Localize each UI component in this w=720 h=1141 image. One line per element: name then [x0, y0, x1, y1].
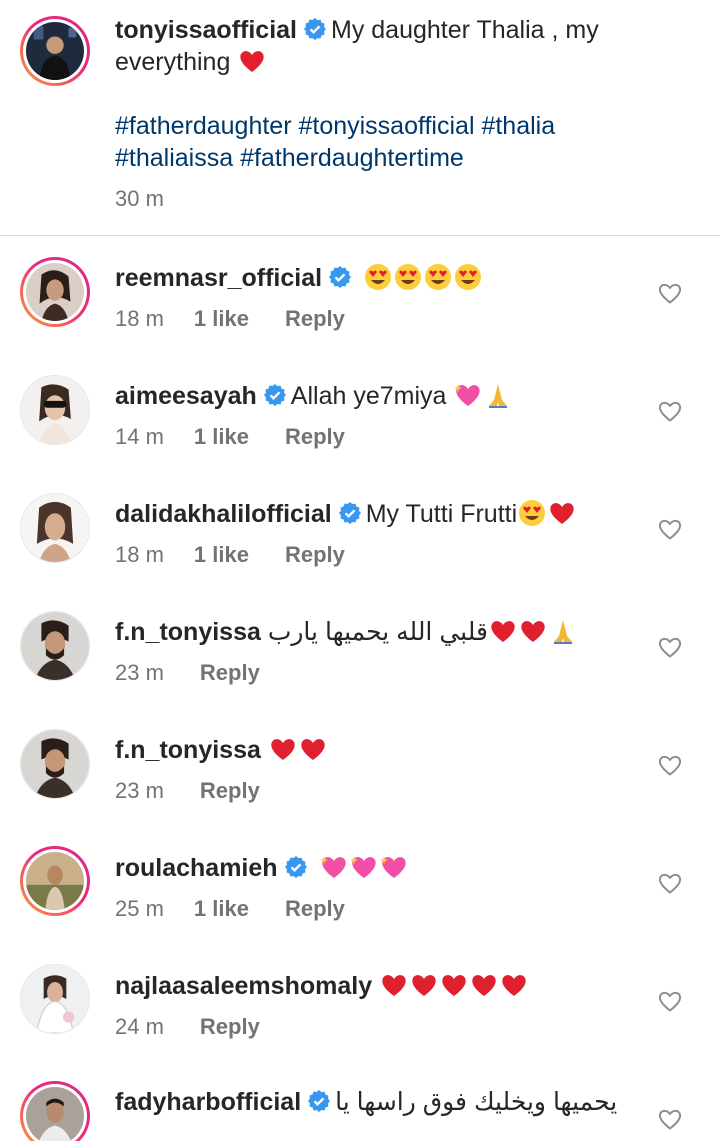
verified-badge-icon [263, 383, 287, 407]
reply-button[interactable]: Reply [285, 424, 345, 450]
comment-username[interactable]: najlaasaleemshomaly [115, 972, 372, 1000]
red-heart-emoji-icon [469, 970, 499, 1000]
comment-avatar[interactable] [20, 729, 90, 799]
verified-badge-icon [284, 855, 308, 879]
comment-username[interactable]: roulachamieh [115, 854, 278, 882]
heart-eyes-emoji-icon [363, 262, 393, 292]
comment-username[interactable]: dalidakhalilofficial [115, 500, 332, 528]
comment-time: 18 m [115, 306, 164, 331]
folded-hands-emoji-icon [483, 380, 513, 410]
comment-avatar[interactable] [20, 493, 90, 563]
comment-text: يحميها ويخليك فوق راسها يا [335, 1088, 618, 1116]
red-heart-emoji-icon [547, 498, 577, 528]
verified-badge-icon [338, 501, 362, 525]
verified-badge-icon [307, 1089, 331, 1113]
reply-button[interactable]: Reply [200, 1014, 260, 1040]
red-heart-emoji-icon [379, 970, 409, 1000]
sparkling-heart-emoji-icon [379, 852, 409, 882]
caption-hashtags-line1[interactable]: #fatherdaughter #tonyissaofficial #thali… [115, 110, 655, 142]
comment-avatar[interactable] [20, 964, 90, 1034]
red-heart-emoji-icon [237, 46, 267, 76]
like-heart-icon[interactable] [657, 399, 683, 423]
caption-hashtags-line2[interactable]: #thaliaissa #fatherdaughtertime [115, 142, 655, 174]
verified-badge-icon [328, 265, 352, 289]
like-heart-icon[interactable] [657, 517, 683, 541]
comment-username[interactable]: fadyharbofficial [115, 1088, 301, 1116]
reply-button[interactable]: Reply [285, 896, 345, 922]
comment-text: My Tutti Frutti [365, 500, 518, 528]
like-heart-icon[interactable] [657, 281, 683, 305]
comment-avatar[interactable] [20, 611, 90, 681]
caption-text-line2: everything [115, 48, 231, 76]
comment-likes[interactable]: 1 like [194, 424, 249, 450]
like-heart-icon[interactable] [657, 871, 683, 895]
comment-time: 23 m [115, 778, 164, 803]
caption-divider [0, 235, 720, 236]
red-heart-emoji-icon [518, 616, 548, 646]
heart-eyes-emoji-icon [393, 262, 423, 292]
post-caption: tonyissaofficial My daughter Thalia , my … [0, 0, 720, 236]
like-heart-icon[interactable] [657, 635, 683, 659]
caption-avatar[interactable] [20, 16, 90, 86]
comment-time: 14 m [115, 424, 164, 449]
comment-username[interactable]: f.n_tonyissa [115, 618, 261, 646]
reply-button[interactable]: Reply [200, 660, 260, 686]
comment-avatar[interactable] [20, 257, 90, 327]
sparkling-heart-emoji-icon [453, 380, 483, 410]
comment-time: 24 m [115, 1014, 164, 1039]
like-heart-icon[interactable] [657, 753, 683, 777]
red-heart-emoji-icon [439, 970, 469, 1000]
comment-username[interactable]: reemnasr_official [115, 264, 322, 292]
red-heart-emoji-icon [268, 734, 298, 764]
comment-likes[interactable]: 1 like [194, 542, 249, 568]
comment-text: قلبي الله يحميها يارب [267, 618, 488, 646]
caption-text: My daughter Thalia , my [331, 16, 599, 44]
comment-avatar[interactable] [20, 1081, 90, 1141]
sparkling-heart-emoji-icon [349, 852, 379, 882]
comment-username[interactable]: aimeesayah [115, 382, 257, 410]
caption-username[interactable]: tonyissaofficial [115, 16, 297, 44]
sparkling-heart-emoji-icon [319, 852, 349, 882]
folded-hands-emoji-icon [548, 616, 578, 646]
heart-eyes-emoji-icon [517, 498, 547, 528]
heart-eyes-emoji-icon [453, 262, 483, 292]
comment-avatar[interactable] [20, 375, 90, 445]
like-heart-icon[interactable] [657, 1107, 683, 1131]
comment-likes[interactable]: 1 like [194, 306, 249, 332]
red-heart-emoji-icon [499, 970, 529, 1000]
comment-time: 25 m [115, 896, 164, 921]
comment-avatar[interactable] [20, 846, 90, 916]
heart-eyes-emoji-icon [423, 262, 453, 292]
comment-likes[interactable]: 1 like [194, 896, 249, 922]
reply-button[interactable]: Reply [200, 778, 260, 804]
comment-time: 23 m [115, 660, 164, 685]
verified-badge-icon [303, 17, 327, 41]
comment-username[interactable]: f.n_tonyissa [115, 736, 261, 764]
red-heart-emoji-icon [409, 970, 439, 1000]
comment-time: 18 m [115, 542, 164, 567]
red-heart-emoji-icon [298, 734, 328, 764]
caption-time: 30 m [115, 186, 164, 211]
like-heart-icon[interactable] [657, 989, 683, 1013]
red-heart-emoji-icon [488, 616, 518, 646]
reply-button[interactable]: Reply [285, 306, 345, 332]
reply-button[interactable]: Reply [285, 542, 345, 568]
comment-text: Allah ye7miya [290, 382, 447, 410]
